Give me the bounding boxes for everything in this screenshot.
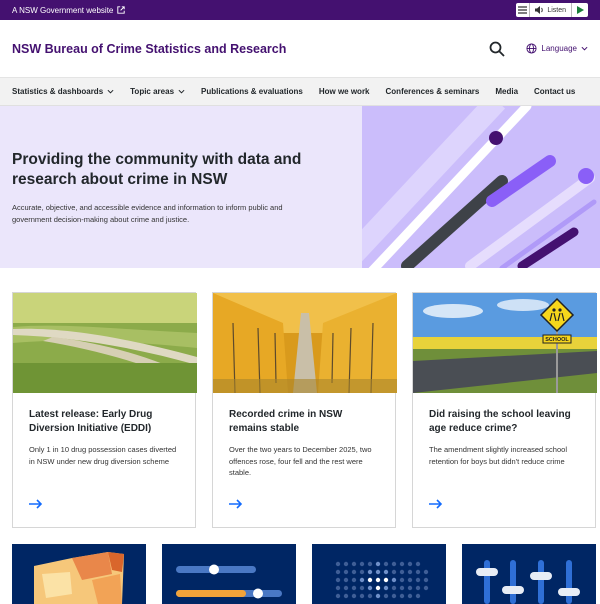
map-graphic — [34, 552, 124, 604]
card-image-school-sign: SCHOOL — [413, 293, 597, 393]
speaker-icon — [535, 6, 544, 14]
nav-how-we-work[interactable]: How we work — [319, 87, 370, 96]
nav-label: Statistics & dashboards — [12, 87, 104, 96]
card-description: Over the two years to December 2025, two… — [229, 445, 372, 477]
nav-label: Conferences & seminars — [385, 87, 480, 96]
chevron-down-icon — [581, 46, 588, 51]
nav-label: Publications & evaluations — [201, 87, 303, 96]
gov-website-link[interactable]: A NSW Government website — [12, 5, 126, 15]
tile-dot-matrix[interactable] — [312, 544, 446, 604]
nav-conferences-seminars[interactable]: Conferences & seminars — [386, 87, 480, 96]
card-image-rural-road — [13, 293, 197, 393]
card-image-autumn-avenue — [213, 293, 397, 393]
nav-publications-evaluations[interactable]: Publications & evaluations — [201, 87, 303, 96]
site-header: NSW Bureau of Crime Statistics and Resea… — [0, 20, 600, 78]
globe-icon — [526, 43, 537, 54]
hero-decorative-graphic — [362, 106, 600, 268]
card-description: The amendment slightly increased school … — [429, 445, 567, 466]
tile-nsw-map[interactable] — [12, 544, 146, 604]
card-title: Latest release: Early Drug Diversion Ini… — [29, 409, 153, 434]
language-button[interactable]: Language — [526, 43, 588, 54]
card-title: Did raising the school leaving age reduc… — [429, 409, 571, 434]
card-description: Only 1 in 10 drug possession cases diver… — [29, 445, 177, 466]
play-icon — [576, 6, 584, 14]
tile-equalizer[interactable] — [462, 544, 596, 604]
nav-label: Topic areas — [130, 87, 175, 96]
nav-statistics-dashboards[interactable]: Statistics & dashboards — [12, 87, 114, 96]
main-navigation: Statistics & dashboards Topic areas Publ… — [0, 78, 600, 106]
card-title: Recorded crime in NSW remains stable — [229, 409, 343, 434]
hero-subtitle: Accurate, objective, and accessible evid… — [12, 203, 283, 224]
site-title[interactable]: NSW Bureau of Crime Statistics and Resea… — [12, 42, 286, 56]
card-eddi[interactable]: Latest release: Early Drug Diversion Ini… — [12, 292, 197, 528]
card-school-leaving-age[interactable]: SCHOOL Did raising the school leaving ag… — [412, 292, 597, 528]
menu-icon[interactable] — [516, 3, 531, 17]
equalizer-graphic — [476, 560, 580, 604]
nav-label: How we work — [318, 87, 370, 96]
play-button[interactable] — [572, 3, 588, 17]
external-link-icon — [117, 6, 126, 14]
listen-label: Listen — [547, 6, 566, 14]
arrow-right-icon[interactable] — [229, 499, 243, 509]
feature-cards: Latest release: Early Drug Diversion Ini… — [12, 292, 597, 528]
card-recorded-crime[interactable]: Recorded crime in NSW remains stable Ove… — [212, 292, 397, 528]
readspeaker-widget: Listen — [516, 3, 588, 17]
arrow-right-icon[interactable] — [429, 499, 443, 509]
search-icon[interactable] — [488, 40, 506, 58]
dashboard-tiles — [12, 544, 596, 604]
arrow-right-icon[interactable] — [29, 499, 43, 509]
nav-contact-us[interactable]: Contact us — [534, 87, 575, 96]
nav-media[interactable]: Media — [495, 87, 518, 96]
hero-banner: Providing the community with data and re… — [0, 106, 600, 268]
slider-graphic — [176, 564, 282, 599]
dot-matrix-graphic — [335, 561, 429, 599]
school-sign-text: SCHOOL — [545, 337, 569, 343]
gov-website-label: A NSW Government website — [12, 5, 114, 15]
nav-topic-areas[interactable]: Topic areas — [130, 87, 185, 96]
masthead: A NSW Government website Listen — [0, 0, 600, 20]
language-label: Language — [541, 44, 577, 53]
hero-title: Providing the community with data and re… — [12, 151, 302, 188]
chevron-down-icon — [178, 89, 185, 94]
tile-sliders[interactable] — [162, 544, 296, 604]
nav-label: Media — [495, 87, 519, 96]
nav-label: Contact us — [534, 87, 576, 96]
chevron-down-icon — [107, 89, 114, 94]
listen-button[interactable]: Listen — [530, 3, 572, 17]
